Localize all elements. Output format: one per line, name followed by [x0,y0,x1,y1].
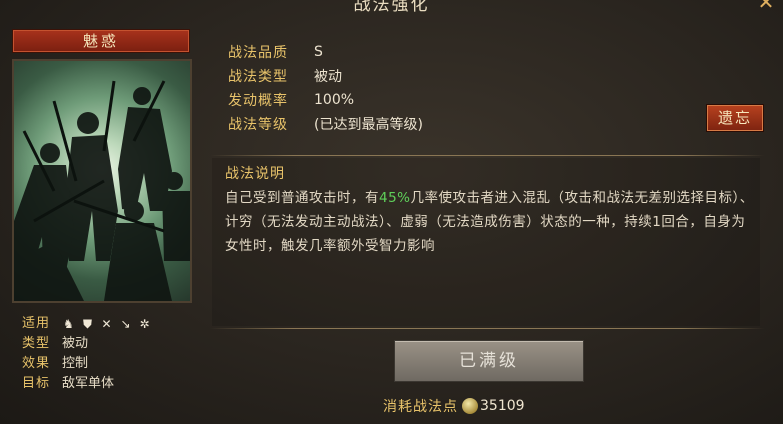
forget-button[interactable]: 遗忘 [706,104,764,132]
tactic-card-art [12,59,192,303]
applicable-troop-icons: ♞ ⛊ ✕ ↘ ✲ [62,316,151,331]
cost-label: 消耗战法点 [383,399,458,415]
quality-label: 战法品质 [228,45,288,61]
quality-value: S [314,44,323,60]
shield-icon: ⛊ [82,316,92,331]
applicable-label: 适用 [22,316,51,331]
chance-value: 100% [314,92,355,108]
description-text: 自己受到普通攻击时，有45%几率使攻击者进入混乱（攻击和战法无差别选择目标）、计… [225,186,755,258]
tactic-type-value: 被动 [314,69,342,85]
window-title: 战法强化 [353,0,430,15]
divider [210,328,765,329]
level-label: 战法等级 [228,117,288,133]
tactic-name: 魅惑 [12,29,190,53]
tactic-point-coin-icon [462,398,478,414]
wheel-icon: ✲ [139,316,150,331]
target-label: 目标 [22,376,51,391]
type-label: 类型 [22,336,51,351]
effect-value: 控制 [62,356,89,371]
target-value: 敌军单体 [62,376,115,391]
warriors-silhouette-art [14,80,190,301]
close-button[interactable]: ✕ [755,0,777,12]
type-value: 被动 [62,336,89,351]
description-title: 战法说明 [225,166,285,182]
level-value: (已达到最高等级) [314,117,423,133]
cost-value: 35109 [480,398,525,414]
cavalry-icon: ♞ [63,316,74,331]
tactic-type-label: 战法类型 [228,69,288,85]
maxed-level-button[interactable]: 已满级 [394,340,584,382]
description-highlight: 45% [379,190,411,206]
chance-label: 发动概率 [228,93,288,109]
cost-row: 消耗战法点 35109 [383,396,525,416]
tactic-meta: 适用 ♞ ⛊ ✕ ↘ ✲ 类型 被动 效果 控制 目标 敌军单体 [22,314,151,394]
divider [210,155,765,156]
bow-icon: ✕ [101,316,112,331]
tactic-info: 战法品质 S 战法类型 被动 发动概率 100% 战法等级 (已达到最高等级) [228,40,423,136]
spear-icon: ↘ [120,316,131,331]
description-text-before: 自己受到普通攻击时，有 [225,190,379,206]
effect-label: 效果 [22,356,51,371]
